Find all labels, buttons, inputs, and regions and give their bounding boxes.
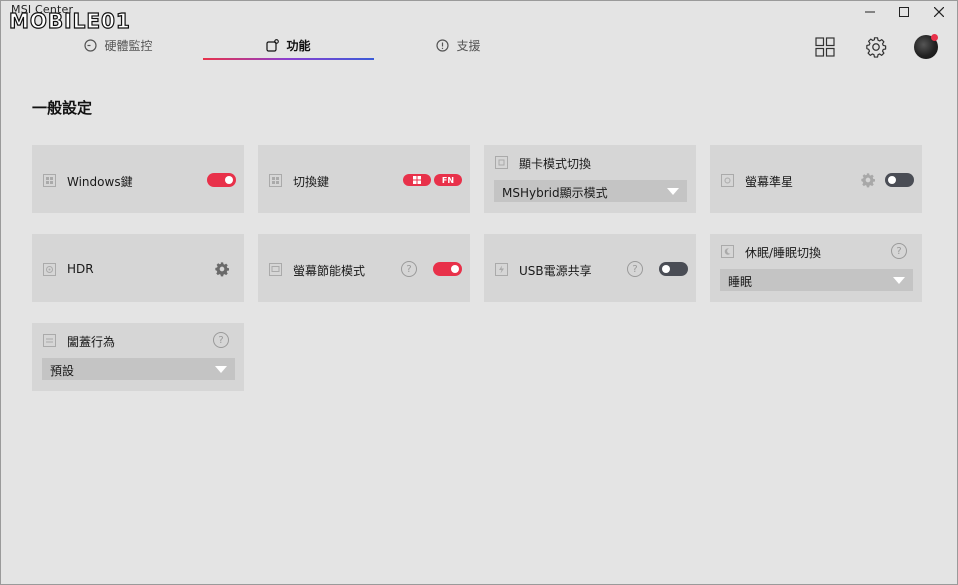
select-value: 預設 — [50, 364, 75, 378]
select-value: MSHybrid顯示模式 — [502, 186, 608, 200]
help-icon[interactable]: ? — [213, 332, 229, 348]
svg-text:MOBILE01: MOBILE01 — [9, 9, 131, 32]
toggle-knob — [888, 176, 896, 184]
card-switch-key: 切換鍵 FN — [258, 145, 470, 213]
crosshair-icon — [720, 173, 734, 187]
card-label: USB電源共享 — [519, 264, 592, 278]
card-label: 顯卡模式切換 — [519, 157, 592, 171]
card-screen-power-saving: 螢幕節能模式 ? — [258, 234, 470, 302]
card-label: 螢幕節能模式 — [293, 264, 366, 278]
lightning-icon — [494, 262, 508, 276]
section-title: 一般設定 — [32, 99, 93, 117]
switch-key-fn-pill[interactable]: FN — [434, 174, 462, 186]
card-crosshair: 螢幕準星 — [710, 145, 922, 213]
help-icon[interactable]: ? — [627, 261, 643, 277]
help-icon[interactable]: ? — [401, 261, 417, 277]
close-button[interactable] — [922, 1, 956, 23]
windows-logo-icon — [413, 176, 421, 184]
tab-support[interactable]: 支援 — [411, 31, 506, 59]
windows-icon — [268, 173, 282, 187]
switch-key-windows-pill[interactable] — [403, 174, 431, 186]
gear-icon — [866, 37, 887, 58]
feature-icon — [266, 38, 280, 52]
hdr-settings-gear-icon[interactable] — [214, 261, 230, 277]
tab-hardware-monitor[interactable]: 硬體監控 — [71, 31, 166, 59]
minimize-icon — [865, 11, 875, 13]
card-hdr: HDR — [32, 234, 244, 302]
chevron-down-icon — [893, 277, 905, 284]
select-value: 睡眠 — [728, 275, 753, 289]
card-label: 休眠/睡眠切換 — [745, 246, 822, 260]
maximize-icon — [899, 7, 909, 17]
help-icon[interactable]: ? — [891, 243, 907, 259]
toggle-knob — [451, 265, 459, 273]
card-lid-action: 闔蓋行為 ? 預設 — [32, 323, 244, 391]
card-label: Windows鍵 — [67, 175, 133, 189]
fn-label: FN — [441, 175, 455, 185]
card-label: 切換鍵 — [293, 175, 330, 189]
gpu-mode-select[interactable]: MSHybrid顯示模式 — [494, 180, 687, 202]
tab-label: 硬體監控 — [104, 38, 153, 53]
tab-label: 功能 — [286, 38, 311, 53]
grid-icon — [815, 37, 835, 57]
settings-button[interactable] — [864, 35, 888, 59]
screen-power-toggle[interactable] — [433, 262, 462, 276]
chevron-down-icon — [667, 188, 679, 195]
chevron-down-icon — [215, 366, 227, 373]
laptop-lid-icon — [42, 333, 56, 347]
title-bar: MSI Center MOBILE01 — [1, 1, 957, 32]
tab-label: 支援 — [456, 38, 481, 53]
maximize-button[interactable] — [887, 1, 921, 23]
app-window: MSI Center MOBILE01 硬體監控 功能 支援 一般設定 Wind… — [0, 0, 958, 585]
windows-key-toggle[interactable] — [207, 173, 236, 187]
alert-bubble-icon — [436, 38, 450, 52]
gauge-icon — [84, 38, 98, 52]
card-windows-key: Windows鍵 — [32, 145, 244, 213]
crosshair-toggle[interactable] — [885, 173, 914, 187]
active-tab-indicator — [203, 58, 374, 60]
usb-share-toggle[interactable] — [659, 262, 688, 276]
moon-icon — [720, 244, 734, 258]
apps-grid-button[interactable] — [813, 35, 837, 59]
toggle-knob — [225, 176, 233, 184]
crosshair-settings-gear-icon[interactable] — [860, 172, 876, 188]
toggle-knob — [662, 265, 670, 273]
close-icon — [934, 7, 944, 17]
mobile01-watermark-logo: MOBILE01 — [9, 8, 131, 32]
card-label: 螢幕準星 — [745, 175, 794, 189]
minimize-button[interactable] — [853, 1, 887, 23]
card-sleep-hibernate: 休眠/睡眠切換 ? 睡眠 — [710, 234, 922, 302]
windows-icon — [42, 173, 56, 187]
hdr-icon — [42, 262, 56, 276]
monitor-icon — [268, 262, 282, 276]
tab-features[interactable]: 功能 — [241, 31, 336, 59]
card-gpu-mode: 顯卡模式切換 MSHybrid顯示模式 — [484, 145, 696, 213]
notification-badge — [931, 34, 938, 41]
card-label: HDR — [67, 262, 94, 276]
lid-action-select[interactable]: 預設 — [42, 358, 235, 380]
gpu-icon — [494, 155, 508, 169]
card-usb-power-share: USB電源共享 ? — [484, 234, 696, 302]
card-label: 闔蓋行為 — [67, 335, 116, 349]
sleep-hibernate-select[interactable]: 睡眠 — [720, 269, 913, 291]
